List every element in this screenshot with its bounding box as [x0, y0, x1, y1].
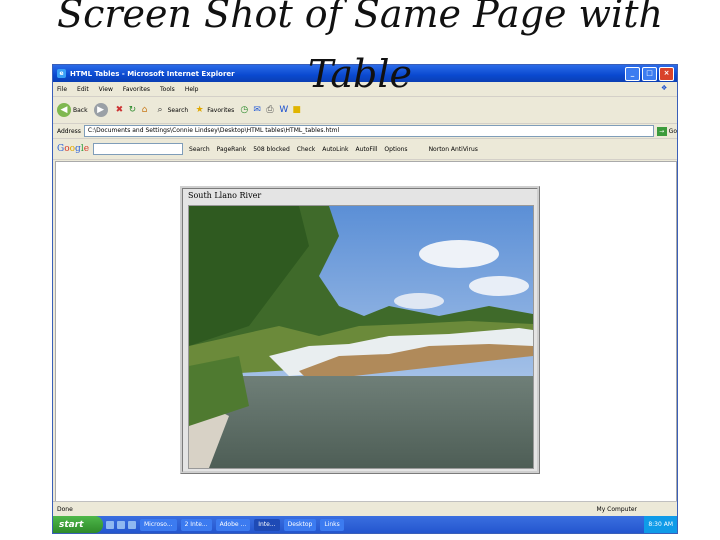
favorites-label: Favorites [207, 106, 235, 114]
quicklaunch-word-icon[interactable] [128, 520, 136, 529]
go-button[interactable]: Go [669, 128, 677, 135]
address-label: Address [57, 127, 81, 135]
google-search-input[interactable] [93, 143, 184, 155]
go-arrow-icon[interactable]: → [656, 126, 667, 136]
autolink-button[interactable]: AutoLink [322, 146, 348, 153]
forward-button[interactable]: ▶ [93, 103, 110, 117]
check-button[interactable]: Check [297, 146, 315, 153]
history-icon[interactable]: ◷ [240, 105, 251, 116]
star-icon: ★ [195, 104, 204, 115]
mail-icon[interactable]: ✉ [253, 105, 264, 116]
page-content: South Llano River [55, 161, 677, 503]
search-icon: ⌕ [157, 104, 163, 115]
address-bar: Address C:\Documents and Settings\Connie… [53, 124, 677, 139]
quicklaunch-desktop-icon[interactable] [117, 520, 125, 529]
home-icon[interactable]: ⌂ [142, 105, 153, 116]
taskbar-item-microsoft[interactable]: Microso... [140, 518, 177, 531]
google-logo: Google [57, 144, 90, 154]
start-button[interactable]: start [53, 516, 103, 533]
back-arrow-icon: ◀ [57, 103, 71, 117]
taskbar: start Microso... 2 Inte... Adobe ... Int… [53, 516, 677, 533]
address-input[interactable]: C:\Documents and Settings\Connie Lindsey… [83, 125, 654, 137]
back-button[interactable]: ◀ Back [57, 103, 88, 117]
slide-title: Screen Shot of Same Page with Table [57, 0, 663, 96]
clock: 8:30 AM [648, 521, 673, 528]
quicklaunch-ie-icon[interactable] [106, 520, 114, 529]
favorites-button[interactable]: ★ Favorites [194, 104, 235, 116]
back-label: Back [73, 106, 88, 114]
search-label: Search [167, 106, 189, 114]
forward-arrow-icon: ▶ [93, 103, 108, 117]
taskbar-item-desktop[interactable]: Desktop [283, 518, 317, 531]
taskbar-item-active[interactable]: Inte... [254, 518, 280, 531]
refresh-icon[interactable]: ↻ [129, 105, 140, 116]
status-text: Done [57, 505, 73, 513]
river-photo [188, 205, 534, 469]
notes-icon[interactable]: ■ [292, 105, 303, 116]
status-bar: Done My Computer [53, 501, 677, 516]
autofill-button[interactable]: AutoFill [355, 146, 377, 153]
word-icon[interactable]: W [279, 105, 290, 116]
zone-label: My Computer [596, 505, 637, 513]
browser-window: e HTML Tables - Microsoft Internet Explo… [52, 64, 678, 534]
options-button[interactable]: Options [384, 146, 407, 153]
google-toolbar: Google Search PageRank 508 blocked Check… [53, 139, 677, 160]
norton-button[interactable]: Norton AntiVirus [429, 146, 478, 153]
print-icon[interactable]: ⎙ [266, 105, 277, 116]
search-button[interactable]: ⌕ Search [155, 105, 189, 116]
taskbar-item-adobe[interactable]: Adobe ... [215, 518, 251, 531]
pagerank-button[interactable]: PageRank [217, 146, 247, 153]
taskbar-item-internet[interactable]: 2 Inte... [180, 518, 212, 531]
popup-blocked-button[interactable]: 508 blocked [253, 146, 290, 153]
taskbar-item-links[interactable]: Links [320, 518, 344, 531]
stop-icon[interactable]: ✖ [116, 105, 127, 116]
google-search-button[interactable]: Search [189, 146, 210, 153]
table-frame: South Llano River [180, 186, 540, 474]
table-caption: South Llano River [188, 191, 262, 200]
system-tray: 8:30 AM [644, 516, 677, 533]
